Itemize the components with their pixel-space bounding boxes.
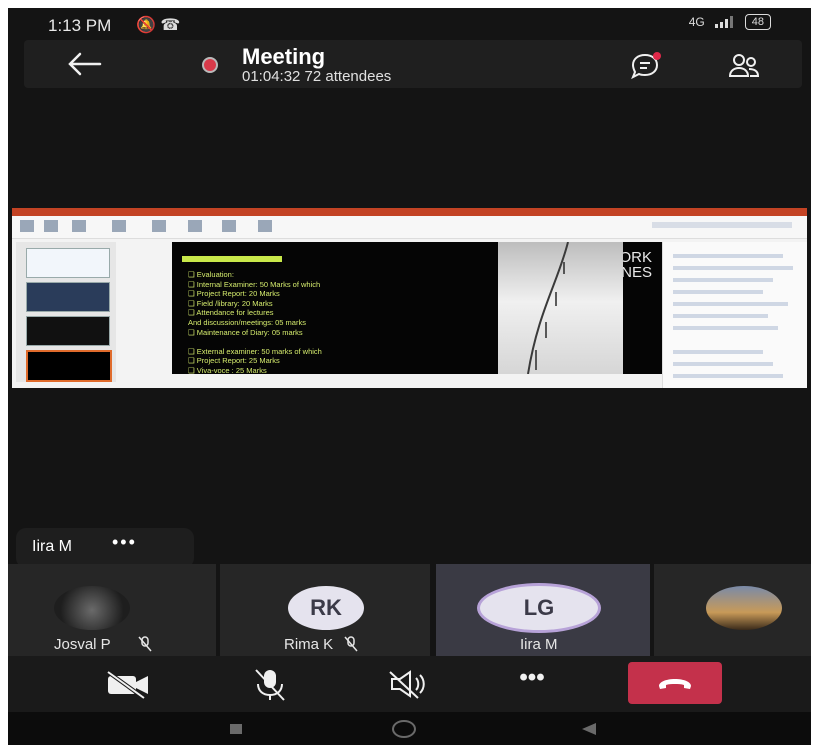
task-pane bbox=[662, 242, 807, 388]
mic-off-icon[interactable] bbox=[240, 666, 300, 702]
participant-name: Josval P bbox=[54, 636, 111, 653]
more-options-button[interactable]: ••• bbox=[502, 664, 562, 700]
participant-tile-iira[interactable]: LG Iira M bbox=[436, 564, 650, 656]
status-icons: 🔕 ☎ bbox=[136, 17, 181, 34]
avatar-photo bbox=[54, 586, 130, 630]
back-arrow-icon[interactable] bbox=[64, 50, 106, 78]
mic-off-icon bbox=[344, 636, 358, 652]
avatar-photo bbox=[706, 586, 782, 630]
self-name: Iira M bbox=[32, 538, 72, 555]
home-icon[interactable] bbox=[392, 720, 416, 738]
thumbnail bbox=[26, 316, 110, 346]
self-view-tile[interactable]: Iira M ••• bbox=[16, 528, 194, 568]
status-time: 1:13 PM bbox=[48, 16, 112, 35]
pane-row bbox=[673, 350, 763, 354]
mic-off-icon bbox=[138, 636, 152, 652]
participants-icon[interactable] bbox=[727, 52, 761, 78]
pane-row bbox=[673, 278, 773, 282]
presentation-ribbon bbox=[12, 208, 807, 216]
thumbnail bbox=[26, 350, 112, 382]
back-triangle-icon[interactable] bbox=[582, 723, 596, 735]
slide-line: ❑ Project Report: 20 Marks bbox=[188, 289, 280, 299]
participant-strip: Josval P RK Rima K LG Iira M bbox=[8, 564, 811, 656]
slide-accent-bar bbox=[182, 256, 282, 262]
participant-tile-fourth[interactable] bbox=[654, 564, 811, 656]
slide-line: ❑ Attendance for lectures bbox=[188, 308, 274, 318]
pane-row bbox=[673, 326, 778, 330]
recent-apps-icon[interactable] bbox=[230, 724, 242, 734]
slide-thumbnails bbox=[16, 242, 116, 382]
hang-up-button[interactable] bbox=[628, 662, 722, 704]
network-indicator: 4G bbox=[688, 15, 705, 29]
participant-name: Rima K bbox=[284, 636, 334, 653]
slide-line: ❑ Field /library: 20 Marks bbox=[188, 298, 273, 308]
slide-line: ❑ Viva-voce : 25 Marks bbox=[188, 365, 267, 375]
phone-screen: 1:13 PM 🔕 ☎ 4G 48 Meeting 01:04:32 72 at… bbox=[8, 8, 811, 745]
recording-indicator-icon bbox=[202, 57, 218, 73]
pane-row bbox=[673, 254, 783, 258]
signal-icon bbox=[714, 16, 735, 28]
speaker-off-icon[interactable] bbox=[378, 666, 438, 702]
slide-line: ❑ Evaluation: bbox=[188, 270, 234, 279]
avatar-initials: RK bbox=[288, 586, 364, 630]
self-more-button[interactable]: ••• bbox=[112, 532, 137, 553]
slide-line: And discussion/meetings: 05 marks bbox=[188, 317, 306, 327]
shared-screen: PROJECT WORK GUIDELINES ❑ Evaluation: ❑ … bbox=[12, 208, 807, 388]
participant-name: Iira M bbox=[520, 636, 558, 653]
camera-off-icon[interactable] bbox=[100, 666, 160, 702]
slide-line: ❑ Internal Examiner: 50 Marks of which bbox=[188, 279, 321, 289]
call-controls: ••• bbox=[8, 656, 811, 712]
status-right: 4G 48 bbox=[689, 14, 771, 30]
slide-line: ❑ Project Report: 25 Marks bbox=[188, 356, 280, 366]
avatar-initials: LG bbox=[480, 586, 598, 630]
slide-line: ❑ Maintenance of Diary: 05 marks bbox=[188, 327, 303, 337]
battery-icon: 48 bbox=[744, 14, 771, 30]
pane-row bbox=[673, 266, 793, 270]
participant-tile-josval[interactable]: Josval P bbox=[8, 564, 216, 656]
chat-icon[interactable] bbox=[629, 52, 663, 80]
slide-photo bbox=[498, 242, 623, 374]
pane-row bbox=[673, 314, 768, 318]
pane-row bbox=[673, 362, 773, 366]
slide-body: ❑ Evaluation: ❑ Internal Examiner: 50 Ma… bbox=[188, 270, 322, 376]
pane-row bbox=[673, 302, 788, 306]
slide-line: ❑ External examiner: 50 marks of which bbox=[188, 346, 322, 356]
meeting-header: Meeting 01:04:32 72 attendees bbox=[24, 40, 802, 88]
phone-hangup-icon bbox=[659, 679, 691, 689]
thumbnail bbox=[26, 248, 110, 278]
status-bar: 1:13 PM 🔕 ☎ 4G 48 bbox=[8, 8, 811, 40]
system-nav-bar bbox=[8, 712, 811, 745]
participant-tile-rima[interactable]: RK Rima K bbox=[220, 564, 430, 656]
thumbnail bbox=[26, 282, 110, 312]
pane-row bbox=[673, 374, 783, 378]
meeting-duration-attendees: 01:04:32 72 attendees bbox=[242, 68, 392, 85]
presentation-toolbar bbox=[12, 216, 807, 239]
meeting-title: Meeting bbox=[242, 44, 326, 69]
pane-row bbox=[673, 290, 763, 294]
slide-line bbox=[188, 337, 322, 347]
